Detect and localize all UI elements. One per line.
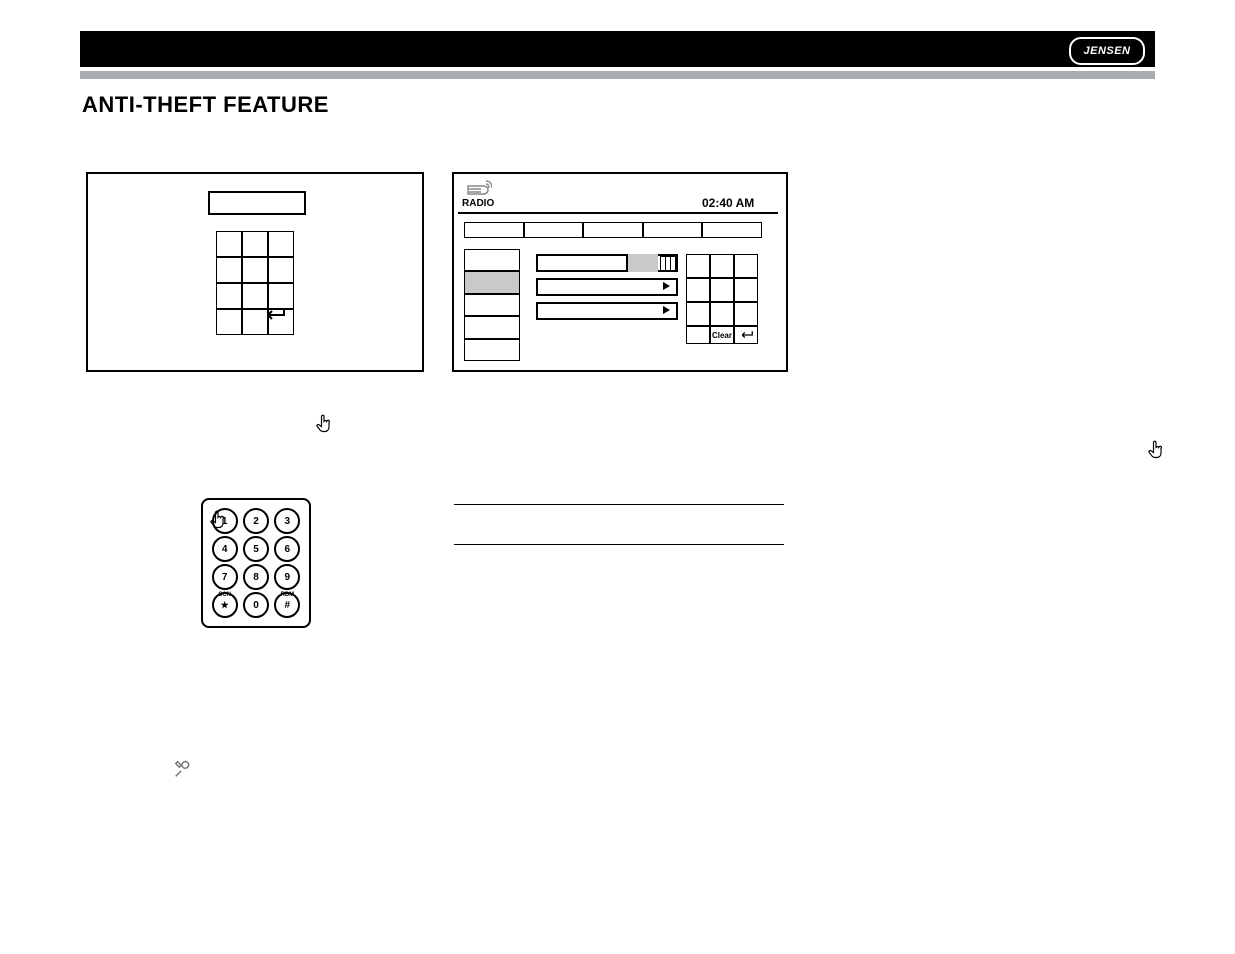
keypad-mini-icon: [660, 256, 676, 272]
key-star: [212, 592, 238, 618]
tools-icon: [172, 758, 194, 780]
play-arrow-icon: [663, 306, 670, 314]
header-bar: [80, 31, 1155, 67]
pointer-hand-icon: [1146, 440, 1166, 460]
pointer-hand-icon: [314, 414, 334, 434]
enter-arrow-icon: [262, 306, 286, 324]
clock-time: 02:40 AM: [702, 196, 754, 210]
key-5: 5: [243, 536, 269, 562]
key-8: 8: [243, 564, 269, 590]
figure-b-tabs: [464, 222, 762, 238]
radio-icon: [466, 178, 492, 196]
key-2: 2: [243, 508, 269, 534]
write-line-1: [454, 504, 784, 505]
keypad-enter-button: [734, 326, 758, 344]
key-9: 9RDM: [274, 564, 300, 590]
key-3: 3: [274, 508, 300, 534]
brand-logo: JENSEN: [1069, 37, 1145, 65]
figure-b-field-1-highlight: [626, 254, 658, 272]
figure-b-field-3: [536, 302, 678, 320]
write-line-2: [454, 544, 784, 545]
header-divider: [80, 71, 1155, 79]
figure-b-divider: [458, 212, 778, 214]
key-hash: #: [274, 592, 300, 618]
key-0: 0: [243, 592, 269, 618]
radio-label: RADIO: [462, 198, 494, 209]
page-title: ANTI-THEFT FEATURE: [82, 92, 329, 118]
figure-b-side-list: [464, 249, 520, 361]
figure-b-field-2: [536, 278, 678, 296]
figure-b-keypad: Clear: [686, 254, 758, 344]
key-6: 6: [274, 536, 300, 562]
play-arrow-icon: [663, 282, 670, 290]
remote-keypad: 1 2 3 4 5 6 7SCN 8 9RDM 0 #: [201, 498, 311, 628]
keypad-clear-button: Clear: [710, 326, 734, 344]
pointer-hand-icon: [208, 510, 228, 530]
key-7: 7SCN: [212, 564, 238, 590]
key-4: 4: [212, 536, 238, 562]
